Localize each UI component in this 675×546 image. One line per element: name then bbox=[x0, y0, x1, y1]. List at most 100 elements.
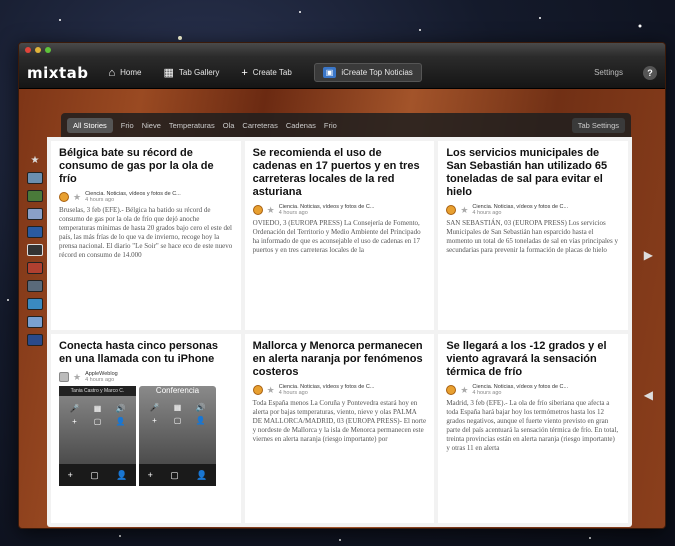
phone-title: Conferencia bbox=[155, 386, 200, 395]
tab-settings-button[interactable]: Tab Settings bbox=[571, 117, 625, 133]
nav-create-tab[interactable]: + Create Tab bbox=[241, 67, 291, 79]
story-card[interactable]: Se recomienda el uso de cadenas en 17 pu… bbox=[244, 141, 435, 330]
grid-icon: ▦ bbox=[163, 67, 174, 79]
story-time: 4 hours ago bbox=[472, 210, 502, 216]
favorite-star-icon[interactable]: ★ bbox=[460, 385, 468, 396]
source-icon bbox=[446, 205, 457, 215]
plus-icon: + bbox=[241, 66, 248, 79]
sidebar-thumb[interactable] bbox=[27, 172, 43, 184]
story-source: Ciencia. Noticias, vídeos y fotos de C..… bbox=[472, 384, 569, 396]
sidebar-thumb[interactable] bbox=[27, 226, 43, 238]
story-source: Ciencia. Noticias, vídeos y fotos de C..… bbox=[278, 384, 375, 396]
tab-frio[interactable]: Frio bbox=[121, 121, 134, 130]
nav-home-label: Home bbox=[120, 68, 142, 77]
phone-screenshot: Conferencia 🎤 ▦ 🔊 + ▢ 👤 + ▢ 👤 bbox=[139, 386, 216, 486]
prev-page-arrow-icon[interactable]: ◀ bbox=[644, 388, 653, 402]
story-tabs-bar: All Stories Frio Nieve Temperaturas Ola … bbox=[61, 113, 631, 137]
tab-temperaturas[interactable]: Temperaturas bbox=[169, 121, 215, 130]
story-title[interactable]: Conecta hasta cinco personas en una llam… bbox=[59, 340, 233, 366]
nav-tab-gallery[interactable]: ▦ Tab Gallery bbox=[163, 66, 219, 79]
story-body: Toda España menos La Coruña y Pontevedra… bbox=[252, 399, 427, 443]
story-body: SAN SEBASTIÁN, 03 (EUROPA PRESS) Los ser… bbox=[446, 219, 618, 254]
tab-cadenas[interactable]: Cadenas bbox=[286, 121, 316, 130]
phone-screenshot: Tania Castro y Marco C. 🎤 ▦ 🔊 + ▢ 👤 + ▢ 👤 bbox=[59, 386, 136, 486]
story-title[interactable]: Se recomienda el uso de cadenas en 17 pu… bbox=[253, 147, 427, 199]
story-meta: ★ Ciencia. Noticias, vídeos y fotos de C… bbox=[252, 204, 427, 216]
story-time: 4 hours ago bbox=[278, 210, 308, 216]
home-icon: ⌂ bbox=[108, 66, 116, 79]
favorite-star-icon[interactable]: ★ bbox=[73, 192, 81, 203]
window-titlebar bbox=[19, 43, 665, 57]
story-time: 4 hours ago bbox=[472, 390, 502, 396]
next-page-arrow-icon[interactable]: ▶ bbox=[644, 248, 653, 262]
story-meta: ★ Ciencia. Noticias, vídeos y fotos de C… bbox=[59, 191, 233, 203]
story-time: 4 hours ago bbox=[85, 197, 115, 203]
sidebar-thumb[interactable] bbox=[27, 298, 43, 310]
story-title[interactable]: Mallorca y Menorca permanecen en alerta … bbox=[253, 340, 427, 379]
phone-bar: + ▢ 👤 bbox=[59, 464, 136, 486]
sidebar-thumb[interactable] bbox=[27, 190, 43, 202]
sidebar-thumb[interactable] bbox=[27, 334, 43, 346]
favorite-star-icon[interactable]: ★ bbox=[73, 372, 81, 383]
minimize-window-button[interactable] bbox=[35, 47, 41, 53]
story-source: Ciencia. Noticias, vídeos y fotos de C..… bbox=[85, 191, 181, 203]
sidebar: ★ bbox=[25, 155, 45, 346]
story-body: Madrid, 3 feb (EFE).- La ola de frío sib… bbox=[446, 399, 619, 452]
story-card[interactable]: Bélgica bate su récord de consumo de gas… bbox=[51, 141, 241, 330]
app-window: mixtab ⌂ Home ▦ Tab Gallery + Create Tab… bbox=[18, 42, 666, 529]
phone-bar: + ▢ 👤 bbox=[139, 464, 216, 486]
sidebar-thumb[interactable] bbox=[27, 208, 43, 220]
favorite-star-icon[interactable]: ★ bbox=[267, 205, 275, 216]
story-meta: ★ Ciencia. Noticias, vídeos y fotos de C… bbox=[446, 384, 620, 396]
story-meta: ★ Ciencia. Noticias, vídeos y fotos de C… bbox=[252, 384, 427, 396]
story-source: Ciencia. Noticias, vídeos y fotos de C..… bbox=[278, 204, 375, 216]
maximize-window-button[interactable] bbox=[45, 47, 51, 53]
story-title[interactable]: Bélgica bate su récord de consumo de gas… bbox=[59, 147, 233, 186]
story-body: Bruselas, 3 feb (EFE).- Bélgica ha batid… bbox=[59, 206, 233, 259]
tab-frio-2[interactable]: Frio bbox=[324, 121, 337, 130]
nav-active-tab[interactable]: ▣ iCreate Top Noticias bbox=[313, 63, 422, 82]
sidebar-thumb[interactable] bbox=[27, 262, 43, 274]
story-card[interactable]: Mallorca y Menorca permanecen en alerta … bbox=[244, 334, 435, 523]
favorite-star-icon[interactable]: ★ bbox=[267, 385, 275, 396]
story-title[interactable]: Los servicios municipales de San Sebasti… bbox=[446, 147, 620, 199]
phone-header: Tania Castro y Marco C. bbox=[59, 386, 136, 396]
story-meta: ★ Ciencia. Noticias, vídeos y fotos de C… bbox=[446, 204, 620, 216]
story-time: 4 hours ago bbox=[278, 390, 308, 396]
story-time: 4 hours ago bbox=[85, 377, 115, 383]
sidebar-thumb[interactable] bbox=[27, 280, 43, 292]
settings-link[interactable]: Settings bbox=[594, 68, 623, 77]
phone-buttons: 🎤 ▦ 🔊 + ▢ 👤 bbox=[69, 404, 126, 426]
nav-home[interactable]: ⌂ Home bbox=[108, 67, 141, 79]
sidebar-thumb[interactable] bbox=[27, 316, 43, 328]
story-title[interactable]: Se llegará a los -12 grados y el viento … bbox=[446, 340, 620, 379]
story-source: Ciencia. Noticias, vídeos y fotos de C..… bbox=[472, 204, 569, 216]
phone-buttons: 🎤 ▦ 🔊 + ▢ 👤 bbox=[149, 403, 206, 425]
nav-gallery-label: Tab Gallery bbox=[178, 68, 220, 77]
tab-icon: ▣ bbox=[322, 67, 337, 78]
star-icon[interactable]: ★ bbox=[31, 155, 40, 166]
tab-nieve[interactable]: Nieve bbox=[142, 121, 161, 130]
source-icon bbox=[59, 192, 69, 202]
story-meta: ★ AppleWeblog 4 hours ago bbox=[59, 371, 233, 383]
tab-carreteras[interactable]: Carreteras bbox=[242, 121, 277, 130]
favorite-star-icon[interactable]: ★ bbox=[460, 205, 468, 216]
story-card[interactable]: Los servicios municipales de San Sebasti… bbox=[438, 141, 628, 330]
top-nav-bar: mixtab ⌂ Home ▦ Tab Gallery + Create Tab… bbox=[19, 57, 665, 89]
story-card[interactable]: Se llegará a los -12 grados y el viento … bbox=[438, 334, 628, 523]
app-logo: mixtab bbox=[27, 63, 89, 82]
story-source: AppleWeblog 4 hours ago bbox=[85, 371, 118, 383]
sidebar-thumb-active[interactable] bbox=[27, 244, 43, 256]
source-icon bbox=[252, 205, 263, 215]
nav-create-label: Create Tab bbox=[252, 68, 292, 77]
story-card[interactable]: Conecta hasta cinco personas en una llam… bbox=[51, 334, 241, 523]
tab-ola[interactable]: Ola bbox=[223, 121, 235, 130]
source-icon bbox=[59, 372, 69, 382]
story-body: OVIEDO, 3 (EUROPA PRESS) La Consejería d… bbox=[252, 219, 421, 254]
close-window-button[interactable] bbox=[25, 47, 31, 53]
story-image: Tania Castro y Marco C. 🎤 ▦ 🔊 + ▢ 👤 + ▢ 👤 Confe… bbox=[59, 386, 233, 486]
help-icon[interactable]: ? bbox=[643, 65, 657, 80]
source-icon bbox=[252, 385, 263, 395]
stories-grid: Bélgica bate su récord de consumo de gas… bbox=[47, 137, 632, 527]
tab-all-stories[interactable]: All Stories bbox=[67, 117, 113, 133]
